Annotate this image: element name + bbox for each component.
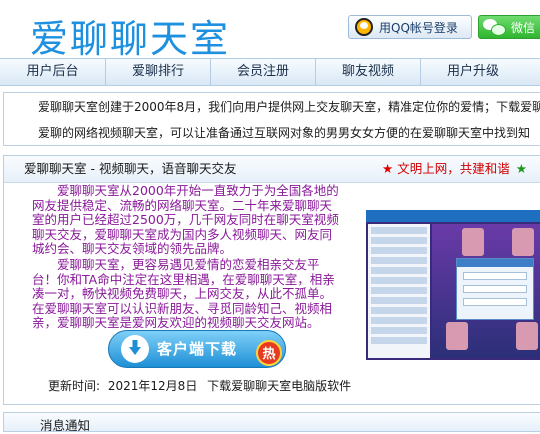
- nav-item-ranking[interactable]: 爱聊排行: [105, 59, 210, 85]
- screenshot-login-dialog: [456, 258, 534, 320]
- intro-panel: 爱聊聊天室 - 视频聊天，语音聊天交友 ★ 文明上网，共建和谐 ★ 爱聊聊天室从20…: [3, 155, 540, 405]
- intro-paragraph-1: 爱聊聊天室从2000年开始一直致力于为全国各地的网友提供稳定、流畅的网络聊天室。…: [32, 183, 339, 257]
- download-label: 客户端下载: [157, 340, 238, 358]
- wechat-icon: [483, 18, 506, 36]
- nav-item-user-backend[interactable]: 用户后台: [0, 59, 105, 85]
- panel-title: 爱聊聊天室 - 视频聊天，语音聊天交友: [24, 161, 237, 176]
- update-label: 更新时间:: [48, 379, 101, 393]
- main-nav: 用户后台 爱聊排行 会员注册 聊友视频 用户升级: [0, 58, 540, 86]
- notice-line-1: 爱聊聊天室创建于2000年8月，我们向用户提供网上交友聊天室，精准定位你的爱情；…: [38, 100, 540, 114]
- wechat-login-label: 微信: [511, 20, 536, 35]
- download-pc-link[interactable]: 下载爱聊聊天室电脑版软件: [207, 379, 351, 393]
- qq-icon: [355, 18, 373, 36]
- star-icon: ★: [515, 161, 527, 176]
- slogan: ★ 文明上网，共建和谐 ★: [382, 156, 527, 182]
- star-icon: ★: [382, 161, 394, 176]
- nav-item-register[interactable]: 会员注册: [210, 59, 315, 85]
- screenshot-sidebar: [368, 224, 430, 358]
- slogan-text: 文明上网，共建和谐: [397, 161, 510, 176]
- notice-box: 爱聊聊天室创建于2000年8月，我们向用户提供网上交友聊天室，精准定位你的爱情；…: [3, 92, 540, 146]
- wechat-login-button[interactable]: 微信: [478, 15, 540, 39]
- screenshot-photo: [446, 322, 468, 350]
- hot-badge: 热: [256, 340, 282, 366]
- qq-login-label: 用QQ帐号登录: [379, 20, 458, 35]
- update-info: 更新时间: 2021年12月8日 下载爱聊聊天室电脑版软件: [48, 377, 351, 394]
- site-logo[interactable]: 爱聊聊天室: [30, 8, 230, 63]
- down-arrow-icon: [129, 340, 141, 355]
- message-panel-title: 消息通知: [40, 418, 91, 433]
- nav-item-upgrade[interactable]: 用户升级: [420, 59, 525, 85]
- notice-line-2: 爱聊的网络视频聊天室，可以让准备通过互联网对象的男男女女方便的在爱聊聊天室中找到…: [38, 126, 531, 140]
- screenshot-photo: [462, 228, 484, 256]
- nav-item-videos[interactable]: 聊友视频: [315, 59, 420, 85]
- screenshot-photo: [512, 228, 534, 256]
- client-screenshot: [366, 210, 540, 360]
- screenshot-photo: [516, 322, 538, 350]
- screenshot-titlebar: [366, 210, 540, 222]
- intro-paragraph-2: 爱聊聊天室，更容易遇见爱情的恋爱相亲交友平台！你和TA命中注定在这里相遇，在爱聊…: [32, 257, 335, 331]
- update-date: 2021年12月8日: [107, 379, 198, 393]
- qq-login-button[interactable]: 用QQ帐号登录: [348, 15, 472, 39]
- panel-header: 爱聊聊天室 - 视频聊天，语音聊天交友 ★ 文明上网，共建和谐 ★: [4, 156, 540, 183]
- message-panel: 消息通知: [3, 412, 540, 433]
